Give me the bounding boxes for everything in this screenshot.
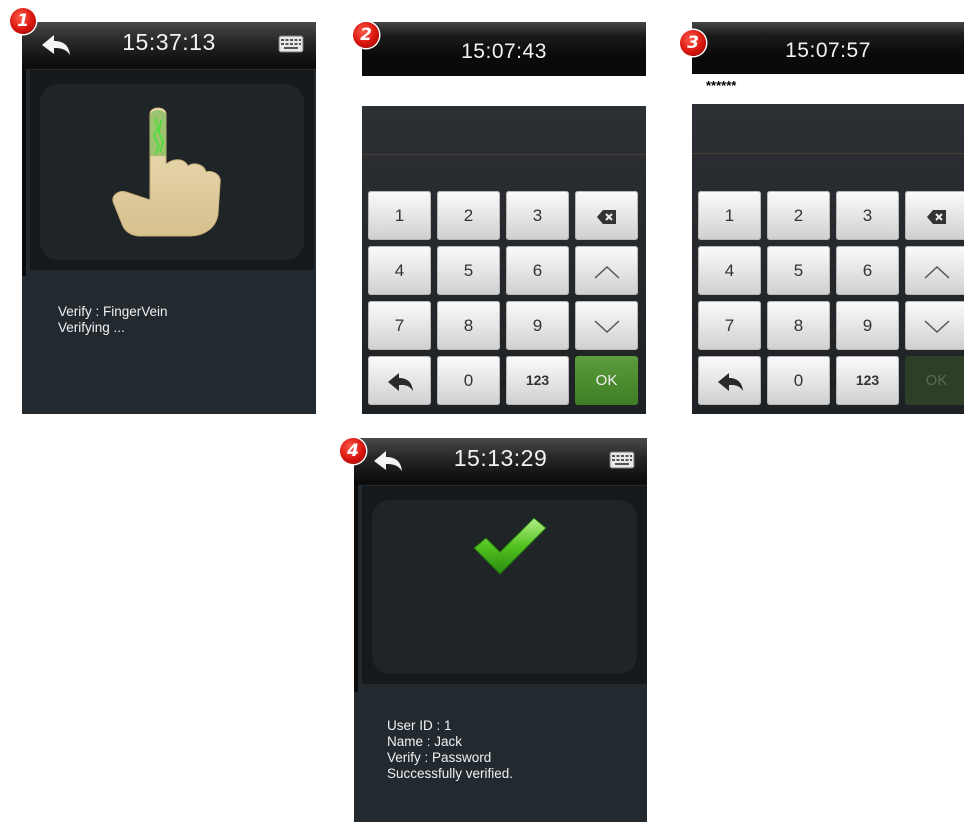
key-0[interactable]: 0 xyxy=(767,356,830,405)
back-key[interactable] xyxy=(698,356,761,405)
keyboard-icon xyxy=(278,35,304,53)
step-badge-3: 3 xyxy=(680,30,706,56)
finger-vein-hand-icon xyxy=(112,107,221,237)
key-4[interactable]: 4 xyxy=(368,246,431,295)
verify-result-text: User ID : 1 Name : Jack Verify : Passwor… xyxy=(387,718,513,782)
key-9[interactable]: 9 xyxy=(836,301,899,350)
divider xyxy=(22,66,316,69)
step-badge-2: 2 xyxy=(353,22,379,48)
verify-mode-line: Verify : Password xyxy=(387,750,492,765)
up-key[interactable] xyxy=(905,246,964,295)
key-3[interactable]: 3 xyxy=(836,191,899,240)
password-input[interactable]: ****** xyxy=(692,74,964,104)
key-3[interactable]: 3 xyxy=(506,191,569,240)
finger-scan-panel xyxy=(30,70,314,270)
backspace-key[interactable] xyxy=(575,191,638,240)
key-7[interactable]: 7 xyxy=(698,301,761,350)
key-1[interactable]: 1 xyxy=(368,191,431,240)
backspace-icon xyxy=(596,209,616,224)
left-edge xyxy=(354,482,358,692)
down-key[interactable] xyxy=(905,301,964,350)
keyboard-button[interactable] xyxy=(266,22,316,66)
key-5[interactable]: 5 xyxy=(437,246,500,295)
key-4[interactable]: 4 xyxy=(698,246,761,295)
ok-button[interactable]: OK xyxy=(905,356,964,405)
key-1[interactable]: 1 xyxy=(698,191,761,240)
password-input[interactable] xyxy=(362,76,646,106)
checkmark-icon xyxy=(473,517,547,575)
user-name-line: Name : Jack xyxy=(387,734,463,749)
key-7[interactable]: 7 xyxy=(368,301,431,350)
chevron-up-icon xyxy=(593,265,620,279)
backspace-key[interactable] xyxy=(905,191,964,240)
screen-verify-success: 15:13:29 User ID : 1 Name : Jack Verify … xyxy=(354,438,647,822)
step-badge-1: 1 xyxy=(10,8,36,34)
chevron-down-icon xyxy=(923,319,950,333)
verify-mode-line: Verify : FingerVein xyxy=(58,304,168,319)
back-arrow-icon xyxy=(387,372,413,391)
chevron-up-icon xyxy=(923,265,950,279)
keyboard-icon xyxy=(609,451,635,469)
down-key[interactable] xyxy=(575,301,638,350)
chevron-down-icon xyxy=(593,319,620,333)
result-line: Successfully verified. xyxy=(387,766,514,781)
step-badge-4: 4 xyxy=(340,438,366,464)
top-bar: 15:07:57 xyxy=(692,22,964,74)
top-bar: 15:07:43 xyxy=(362,22,646,76)
backspace-icon xyxy=(926,209,946,224)
key-123[interactable]: 123 xyxy=(506,356,569,405)
top-bar: 15:37:13 xyxy=(22,22,316,66)
top-bar: 15:13:29 xyxy=(354,438,647,482)
verify-status-text: Verify : FingerVein Verifying ... xyxy=(58,304,168,336)
screen-finger-vein-verify: 15:37:13 Verify : FingerVein Verifying .… xyxy=(22,22,316,414)
left-edge xyxy=(22,66,26,276)
keypad-separator xyxy=(362,154,646,155)
divider xyxy=(354,482,647,485)
key-123[interactable]: 123 xyxy=(836,356,899,405)
key-6[interactable]: 6 xyxy=(836,246,899,295)
key-8[interactable]: 8 xyxy=(437,301,500,350)
key-6[interactable]: 6 xyxy=(506,246,569,295)
key-5[interactable]: 5 xyxy=(767,246,830,295)
key-0[interactable]: 0 xyxy=(437,356,500,405)
result-panel xyxy=(362,486,647,684)
key-2[interactable]: 2 xyxy=(767,191,830,240)
clock: 15:07:43 xyxy=(461,40,547,63)
up-key[interactable] xyxy=(575,246,638,295)
key-9[interactable]: 9 xyxy=(506,301,569,350)
screen-password-entry-filled: 15:07:57 ****** 1 2 3 4 5 6 7 8 9 0 123 … xyxy=(692,22,964,414)
keypad-separator xyxy=(692,153,964,154)
screen-password-entry-empty: 15:07:43 1 2 3 4 5 6 7 8 9 0 123 OK xyxy=(362,22,646,414)
back-arrow-icon xyxy=(717,372,743,391)
key-2[interactable]: 2 xyxy=(437,191,500,240)
clock: 15:07:57 xyxy=(785,39,871,62)
key-8[interactable]: 8 xyxy=(767,301,830,350)
user-id-line: User ID : 1 xyxy=(387,718,452,733)
verify-progress-line: Verifying ... xyxy=(58,320,125,335)
keyboard-button[interactable] xyxy=(597,438,647,482)
ok-button[interactable]: OK xyxy=(575,356,638,405)
back-key[interactable] xyxy=(368,356,431,405)
